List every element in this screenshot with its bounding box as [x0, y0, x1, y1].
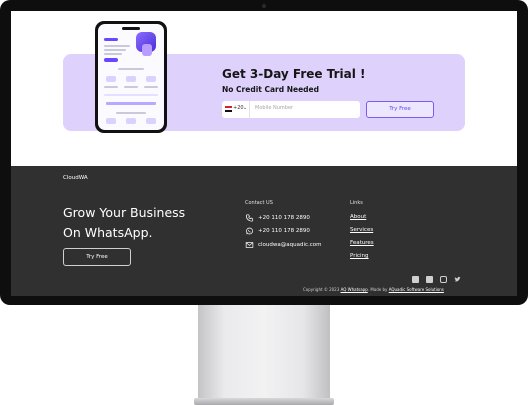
mockup-feature [146, 76, 156, 82]
contact-email-text: cloudwa@aquadic.com [258, 242, 322, 248]
mobile-number-input[interactable]: Mobile Number [255, 105, 293, 111]
site-footer: CloudWA Grow Your Business On WhatsApp. … [11, 166, 517, 296]
mockup-feature [146, 118, 156, 124]
mockup-feature [126, 118, 136, 124]
mockup-feature [106, 76, 116, 82]
mockup-band [106, 102, 156, 105]
mockup-line [104, 45, 130, 47]
mockup-line [104, 86, 118, 88]
camera-dot [262, 4, 266, 8]
mockup-line [104, 53, 122, 55]
footer-headline: Grow Your Business On WhatsApp. [63, 203, 223, 243]
aquadic-link[interactable]: AQuadic Software Solutions [389, 287, 444, 292]
phone-mockup [95, 21, 167, 133]
egypt-flag-icon [225, 106, 232, 112]
mockup-line [144, 86, 158, 88]
linkedin-icon[interactable] [426, 276, 433, 283]
mockup-line [104, 94, 158, 96]
links-title: Links [350, 200, 363, 206]
monitor-screen: Get 3-Day Free Trial ! No Credit Card Ne… [11, 11, 517, 296]
chevron-down-icon: ⌄ [243, 105, 248, 111]
link-services[interactable]: Services [350, 227, 373, 233]
link-features[interactable]: Features [350, 240, 374, 246]
monitor-stand-base [194, 398, 334, 405]
copyright-middle: . Made by [367, 287, 388, 292]
monitor-bezel: Get 3-Day Free Trial ! No Credit Card Ne… [0, 0, 528, 305]
phone-mockup-screen [98, 24, 164, 130]
mockup-feature [106, 118, 116, 124]
mockup-feature [126, 76, 136, 82]
contact-title: Contact US [245, 200, 273, 206]
twitter-icon[interactable] [454, 276, 461, 283]
country-code-label: +20 [233, 105, 244, 111]
mockup-line [116, 112, 146, 114]
mockup-logo [104, 38, 118, 41]
aq-whatsapp-link[interactable]: AQ Whatsapp [341, 287, 368, 292]
mockup-line [104, 49, 126, 51]
link-about[interactable]: About [350, 214, 366, 220]
mockup-button [104, 58, 118, 62]
phone-icon [245, 214, 254, 222]
try-free-button[interactable]: Try Free [366, 101, 434, 118]
phone-notch [122, 27, 140, 30]
link-pricing[interactable]: Pricing [350, 253, 369, 259]
mail-icon [245, 242, 254, 248]
facebook-icon[interactable] [412, 276, 419, 283]
copyright-prefix: Copyright © 2023 [303, 287, 340, 292]
footer-brand[interactable]: CloudWA [63, 175, 88, 181]
footer-try-free-button[interactable]: Try Free [63, 248, 131, 266]
headline-line-2: On WhatsApp. [63, 225, 153, 240]
phone-number-field[interactable]: +20 ⌄ Mobile Number [222, 101, 360, 118]
contact-phone-text: +20 110 178 2890 [258, 215, 310, 221]
country-code-select[interactable]: +20 ⌄ [222, 101, 250, 118]
whatsapp-icon [246, 227, 253, 235]
mockup-line [118, 68, 144, 70]
monitor-stand [198, 305, 330, 400]
instagram-icon[interactable] [440, 276, 447, 283]
contact-whatsapp-text: +20 110 178 2890 [258, 228, 310, 234]
headline-line-1: Grow Your Business [63, 205, 186, 220]
copyright-text: Copyright © 2023 AQ Whatsapp. Made by AQ… [303, 287, 444, 292]
mockup-illustration [142, 44, 152, 56]
mockup-line [124, 86, 138, 88]
trial-title: Get 3-Day Free Trial ! [222, 67, 366, 81]
trial-subtitle: No Credit Card Needed [222, 85, 319, 94]
